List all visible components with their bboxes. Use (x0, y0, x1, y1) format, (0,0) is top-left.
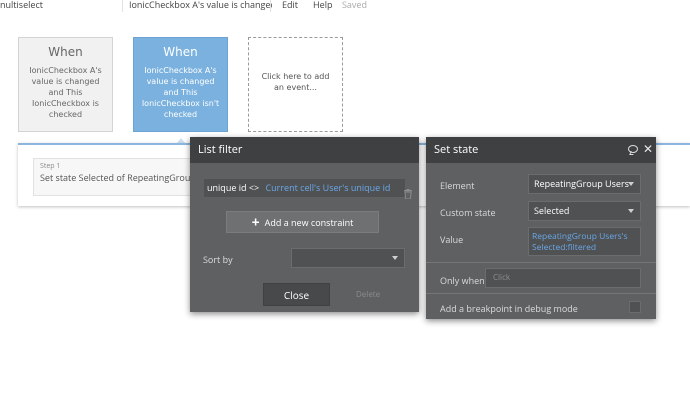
divider (426, 293, 656, 294)
list-filter-panel: List filter unique id <> Current cell's … (190, 137, 419, 312)
divider (270, 0, 271, 12)
event-selector[interactable]: IonicCheckbox A's value is changed ar (129, 0, 272, 14)
element-value: RepeatingGroup Users (534, 177, 629, 190)
page-element-selector[interactable]: nultiselect (0, 0, 116, 14)
step-number: Step 1 (40, 162, 61, 171)
value-expression[interactable]: RepeatingGroup Users's Selected:filtered (528, 227, 641, 256)
set-state-title: Set state (434, 142, 479, 157)
comment-icon[interactable] (628, 145, 638, 153)
sort-by-label: Sort by (203, 253, 233, 266)
divider (122, 0, 123, 12)
add-event-label: Click here to add an event... (261, 72, 330, 92)
menu-edit[interactable]: Edit (282, 0, 298, 10)
trash-icon[interactable] (404, 182, 412, 200)
only-when-label: Only when (440, 274, 485, 287)
chevron-down-icon (628, 182, 634, 186)
value-label: Value (440, 233, 464, 246)
add-constraint-button[interactable]: + Add a new constraint (226, 211, 379, 233)
custom-state-label: Custom state (440, 206, 496, 219)
close-button[interactable]: Close (263, 283, 330, 306)
event-card-title: When (48, 45, 83, 59)
plus-icon: + (251, 213, 260, 232)
only-when-input[interactable]: Click (485, 268, 641, 288)
breakpoint-label: Add a breakpoint in debug mode (440, 302, 578, 315)
add-event-card[interactable]: Click here to add an event... (248, 37, 343, 132)
event-card-title: When (163, 45, 198, 59)
constraint-value[interactable]: Current cell's User's unique id (265, 181, 390, 194)
sort-by-dropdown[interactable] (291, 248, 405, 268)
breakpoint-checkbox[interactable] (629, 301, 641, 313)
event-card-description: IonicCheckbox A's value is changed and T… (141, 66, 220, 119)
step-text: Set state Selected of RepeatingGroup Us (40, 171, 210, 184)
custom-state-value: Selected (534, 204, 570, 217)
add-constraint-label: Add a new constraint (264, 216, 354, 229)
list-filter-title: List filter (198, 142, 243, 157)
constraint-row[interactable]: unique id <> Current cell's User's uniqu… (204, 179, 405, 197)
chevron-down-icon (628, 209, 634, 213)
divider (426, 262, 656, 263)
saved-status: Saved (342, 0, 367, 11)
constraint-field[interactable]: unique id <> (207, 181, 259, 194)
custom-state-dropdown[interactable]: Selected (528, 201, 641, 221)
element-dropdown[interactable]: RepeatingGroup Users (528, 174, 641, 194)
top-bar: nultiselect IonicCheckbox A's value is c… (0, 0, 690, 14)
delete-button[interactable]: Delete (356, 289, 380, 300)
element-label: Element (440, 179, 475, 192)
chevron-down-icon (392, 256, 398, 260)
event-card[interactable]: When IonicCheckbox A's value is changed … (18, 37, 113, 132)
event-card-selected[interactable]: When IonicCheckbox A's value is changed … (133, 37, 228, 132)
event-card-description: IonicCheckbox A's value is changed and T… (29, 66, 102, 119)
menu-help[interactable]: Help (313, 0, 332, 10)
list-filter-header[interactable]: List filter (190, 137, 419, 163)
workflow-step[interactable]: Step 1 Set state Selected of RepeatingGr… (33, 158, 213, 196)
close-icon[interactable]: ✕ (643, 143, 653, 155)
set-state-header[interactable]: Set state ✕ (426, 137, 656, 163)
set-state-panel: Set state ✕ Element RepeatingGroup Users… (426, 137, 656, 319)
